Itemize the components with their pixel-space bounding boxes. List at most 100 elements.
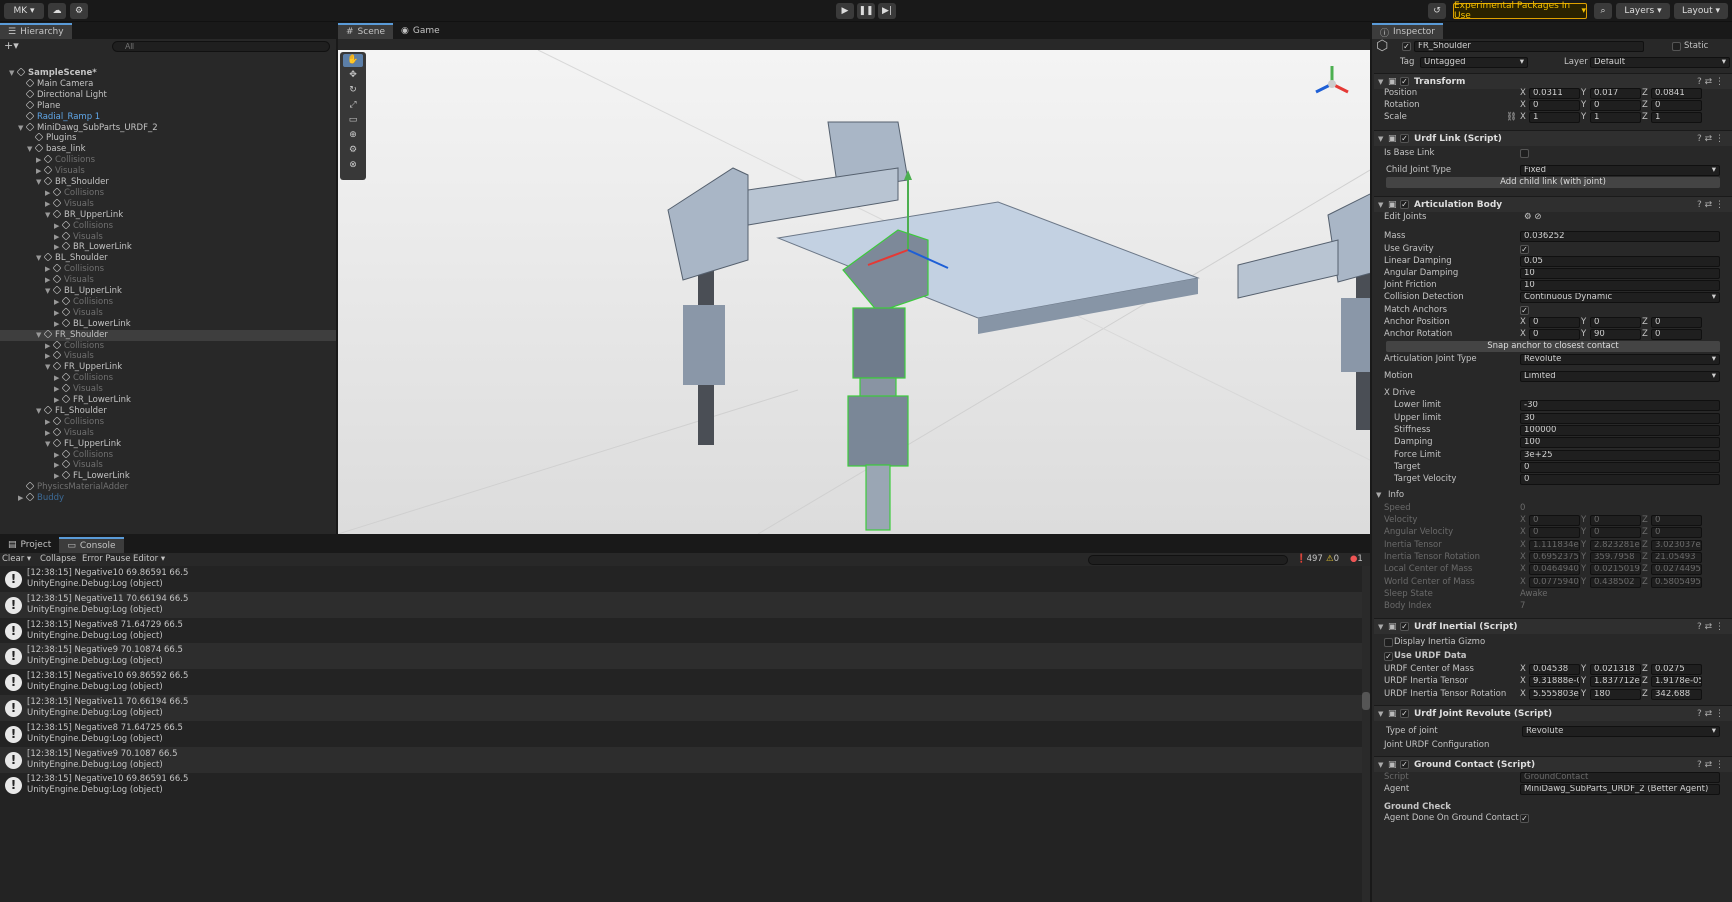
hierarchy-item[interactable]: ▶ Collisions (0, 416, 336, 428)
urdf-link-component[interactable]: ▼ ▣ ✓ Urdf Link (Script) ? ⇄ ⋮ (1374, 130, 1732, 146)
expand-arrow-icon[interactable]: ▼ (36, 253, 44, 264)
hierarchy-item[interactable]: Radial_Ramp 1 (0, 111, 336, 123)
expand-arrow-icon[interactable]: ▶ (45, 188, 53, 199)
expand-arrow-icon[interactable]: ▼ (45, 286, 53, 297)
rotate-tool-icon[interactable]: ↻ (343, 84, 363, 97)
is-base-link-checkbox[interactable] (1520, 149, 1529, 158)
value-field[interactable]: 1.111834e-0 (1529, 540, 1580, 551)
value-field[interactable]: 100 (1520, 437, 1720, 448)
hierarchy-item[interactable]: ▶ Visuals (0, 427, 336, 439)
hierarchy-item[interactable]: ▼ FL_Shoulder (0, 405, 336, 417)
log-entry[interactable]: ! [12:38:15] Negative10 69.86592 66.5 Unit… (0, 669, 1362, 695)
expand-arrow-icon[interactable]: ▶ (36, 166, 44, 177)
custom-tool-icon[interactable]: ⚙ (343, 144, 363, 157)
log-entry[interactable]: ! [12:38:15] Negative10 69.86591 66.5 Unit… (0, 772, 1362, 798)
foldout-arrow-icon[interactable]: ▼ (1378, 74, 1383, 90)
agent-field[interactable]: MiniDawg_SubParts_URDF_2 (Better Agent) (1520, 784, 1720, 795)
value-field[interactable]: 10 (1520, 268, 1720, 279)
expand-arrow-icon[interactable]: ▶ (54, 450, 62, 461)
expand-arrow-icon[interactable]: ▼ (45, 362, 53, 373)
checkbox[interactable]: ✓ (1520, 306, 1529, 315)
value-field[interactable]: 0.6952375 (1529, 552, 1580, 563)
cloud-icon[interactable]: ☁ (48, 3, 66, 19)
search-icon[interactable]: ⌕ (1594, 3, 1612, 19)
expand-arrow-icon[interactable]: ▼ (27, 144, 35, 155)
value-field[interactable]: 0 (1529, 527, 1580, 538)
value-field[interactable]: 21.05493 (1651, 552, 1702, 563)
value-field[interactable]: 1 (1529, 112, 1580, 123)
value-field[interactable]: Continuous Dynamic ▾ (1520, 292, 1720, 303)
hand-tool-icon[interactable]: ✋ (343, 54, 363, 67)
add-child-link-button[interactable]: Add child link (with joint) (1386, 177, 1720, 188)
hierarchy-item[interactable]: ▶ BR_LowerLink (0, 241, 336, 253)
active-checkbox[interactable]: ✓ (1402, 42, 1411, 51)
tab-hierarchy[interactable]: ☰ Hierarchy (0, 23, 72, 39)
value-field[interactable]: 2.823281e-0 (1590, 540, 1641, 551)
joint-tool-icon[interactable]: ⊗ (343, 159, 363, 172)
hierarchy-item[interactable]: ▶ Collisions (0, 220, 336, 232)
expand-arrow-icon[interactable]: ▶ (36, 155, 44, 166)
expand-arrow-icon[interactable]: ▶ (54, 460, 62, 471)
hierarchy-item[interactable]: ▶ Visuals (0, 198, 336, 210)
motion-dropdown[interactable]: Limited ▾ (1520, 371, 1720, 382)
value-field[interactable]: 3.023037e-0 (1651, 540, 1702, 551)
hierarchy-item[interactable]: ▶ Visuals (0, 274, 336, 286)
scene-viewport[interactable] (337, 49, 1401, 535)
tab-project[interactable]: ▤ Project (0, 537, 59, 553)
value-field[interactable]: 1.837712e-0 (1590, 676, 1641, 687)
hierarchy-item[interactable]: ▼ BR_UpperLink (0, 209, 336, 221)
collapse-button[interactable]: Collapse (40, 553, 76, 566)
tab-console[interactable]: ▭ Console (59, 537, 124, 553)
tab-inspector[interactable]: ⓘ Inspector (1372, 23, 1443, 39)
hierarchy-item[interactable]: ▶ Collisions (0, 339, 336, 352)
orientation-gizmo[interactable] (1312, 64, 1352, 104)
hierarchy-item[interactable]: ▶ FL_LowerLink (0, 470, 336, 482)
value-field[interactable]: 0 (1651, 527, 1702, 538)
value-field[interactable]: 0 (1529, 100, 1580, 111)
edit-joints-icon[interactable]: ⚙ ⊘ (1524, 211, 1541, 224)
pause-button[interactable]: ❚❚ (857, 3, 875, 19)
warn-count-badge[interactable]: ⚠0 (1326, 553, 1339, 566)
expand-arrow-icon[interactable]: ▶ (18, 493, 26, 504)
value-field[interactable]: 0.438502 (1590, 577, 1641, 588)
value-field[interactable]: 0 (1529, 329, 1580, 340)
expand-arrow-icon[interactable]: ▶ (54, 395, 62, 406)
display-inertia-checkbox[interactable] (1384, 638, 1393, 647)
foldout-arrow-icon[interactable]: ▼ (1376, 489, 1381, 502)
foldout-arrow-icon[interactable]: ▼ (1378, 619, 1383, 635)
expand-arrow-icon[interactable]: ▼ (45, 210, 53, 221)
hierarchy-item[interactable]: ▶ Collisions (0, 263, 336, 275)
hierarchy-item[interactable]: ▶ Buddy (0, 492, 336, 504)
value-field[interactable]: 0 (1520, 474, 1720, 485)
hierarchy-search-input[interactable] (112, 41, 330, 52)
value-field[interactable]: 0 (1590, 317, 1641, 328)
value-field[interactable]: 0.017 (1590, 88, 1641, 99)
expand-arrow-icon[interactable]: ▶ (45, 264, 53, 275)
value-field[interactable]: 0 (1529, 317, 1580, 328)
hierarchy-item[interactable]: ▶ Collisions (0, 154, 336, 166)
hierarchy-item[interactable]: ▶ Collisions (0, 448, 336, 461)
layout-dropdown[interactable]: Layout ▾ (1674, 3, 1728, 19)
hierarchy-item[interactable]: ▼ BR_Shoulder (0, 176, 336, 188)
help-icon[interactable]: ? ⇄ ⋮ (1697, 619, 1724, 635)
layer-dropdown[interactable]: Default ▾ (1590, 57, 1730, 68)
hierarchy-item[interactable]: ▶ Visuals (0, 383, 336, 395)
hierarchy-item[interactable]: ▶ Visuals (0, 165, 336, 177)
hierarchy-item[interactable]: ▶ Visuals (0, 230, 336, 243)
value-field[interactable]: 1.9178e-05 (1651, 676, 1702, 687)
value-field[interactable]: 359.7958 (1590, 552, 1641, 563)
value-field[interactable]: 5.555803e-( (1529, 689, 1580, 700)
hierarchy-item[interactable]: ▼ FR_Shoulder (0, 329, 336, 341)
hierarchy-item[interactable]: Plane (0, 100, 336, 112)
value-field[interactable]: 0.04649409 (1529, 564, 1580, 575)
move-tool-icon[interactable]: ✥ (343, 69, 363, 82)
component-enabled-checkbox[interactable]: ✓ (1400, 760, 1409, 769)
value-field[interactable]: 0.02744956 (1651, 564, 1702, 575)
value-field[interactable]: 0 (1529, 515, 1580, 526)
expand-arrow-icon[interactable]: ▼ (18, 123, 26, 134)
joint-type-dropdown[interactable]: Revolute ▾ (1520, 354, 1720, 365)
value-field[interactable]: 0 (1651, 317, 1702, 328)
log-entry[interactable]: ! [12:38:15] Negative11 70.66194 66.5 Unit… (0, 695, 1362, 721)
value-field[interactable]: 10 (1520, 280, 1720, 291)
hierarchy-item[interactable]: Directional Light (0, 89, 336, 101)
